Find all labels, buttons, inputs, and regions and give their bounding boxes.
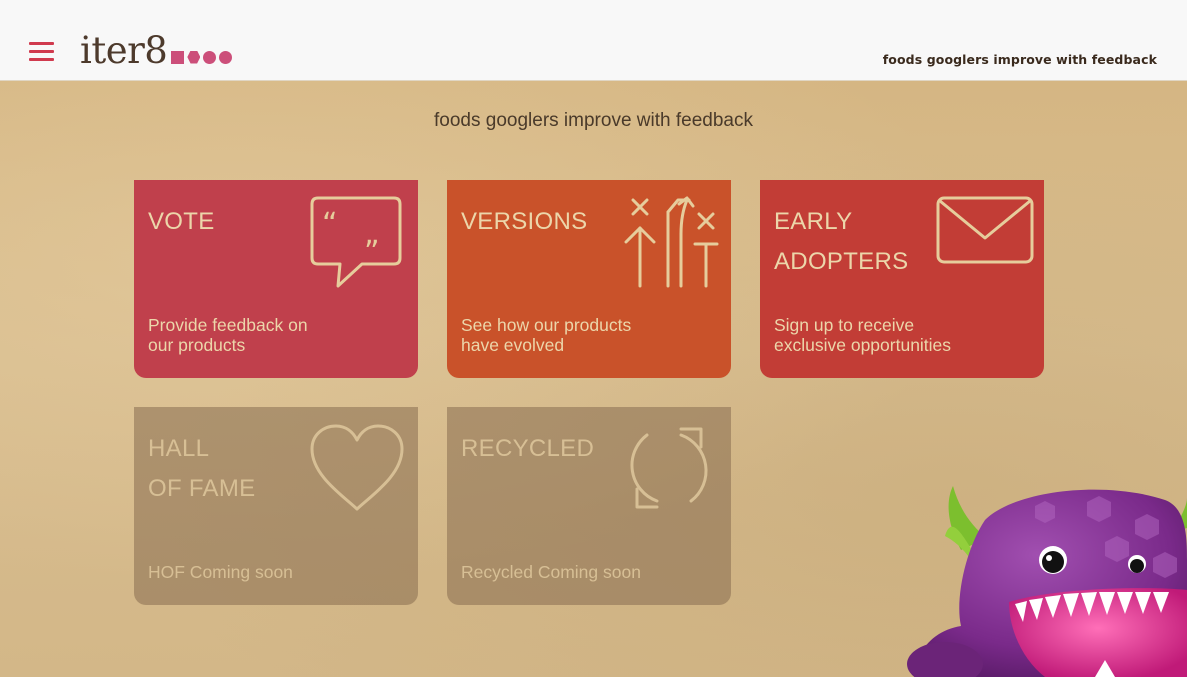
monster-mascot [907,486,1187,677]
tile-title-line: VOTE [148,208,215,235]
tile-description: Provide feedback on our products [148,315,308,355]
top-bar: iter8 foods googlers improve with feedba… [0,0,1187,81]
tile-description-line: our products [148,335,246,355]
tile-description: Recycled Coming soon [461,562,641,582]
tile-title-line: VERSIONS [461,208,588,235]
tile-recycled[interactable]: RECYCLED Recycled Coming soon [447,407,731,605]
main-content: foods googlers improve with feedback VOT… [0,81,1187,677]
logo-marks [171,50,235,64]
speech-bubble-quote-icon: “ ” [310,196,402,288]
tile-title-line: HALL [148,435,210,462]
tile-versions[interactable]: VERSIONS See how our products have evolv… [447,180,731,378]
svg-text:“: “ [322,207,338,242]
tile-title-line: RECYCLED [461,435,595,462]
tile-description-line: Sign up to receive [774,315,915,335]
tile-description-line: See how our products [461,315,632,335]
tile-title: EARLY ADOPTERS [774,202,908,282]
page-title: foods googlers improve with feedback [434,110,753,131]
tile-title-line: EARLY [774,208,853,235]
tile-title: VERSIONS [461,202,587,242]
envelope-icon [936,196,1034,264]
arrows-versions-icon [624,196,719,288]
tile-description: HOF Coming soon [148,562,293,582]
tile-description-line: HOF Coming soon [148,562,293,582]
tile-title: VOTE [148,202,215,242]
tile-description: See how our products have evolved [461,315,631,355]
heart-icon [310,424,404,511]
tile-vote[interactable]: VOTE “ ” Provide feedback on our product… [134,180,418,378]
tile-hall-of-fame[interactable]: HALL OF FAME HOF Coming soon [134,407,418,605]
recycle-arrows-icon [630,427,708,509]
tile-description: Sign up to receive exclusive opportuniti… [774,315,951,355]
svg-text:”: ” [364,235,380,270]
logo-text: iter8 [80,28,168,72]
tile-description-line: Recycled Coming soon [461,562,641,582]
menu-icon[interactable] [29,42,55,64]
header-tagline: foods googlers improve with feedback [882,52,1157,67]
tile-title-line: ADOPTERS [774,248,909,275]
tile-description-line: Provide feedback on [148,315,308,335]
tile-early-adopters[interactable]: EARLY ADOPTERS Sign up to receive exclus… [760,180,1044,378]
logo[interactable]: iter8 [80,30,235,70]
tile-title-line: OF FAME [148,475,256,502]
tile-title: HALL OF FAME [148,429,255,509]
tile-description-line: exclusive opportunities [774,335,952,355]
tile-description-line: have evolved [461,335,565,355]
tile-title: RECYCLED [461,429,594,469]
